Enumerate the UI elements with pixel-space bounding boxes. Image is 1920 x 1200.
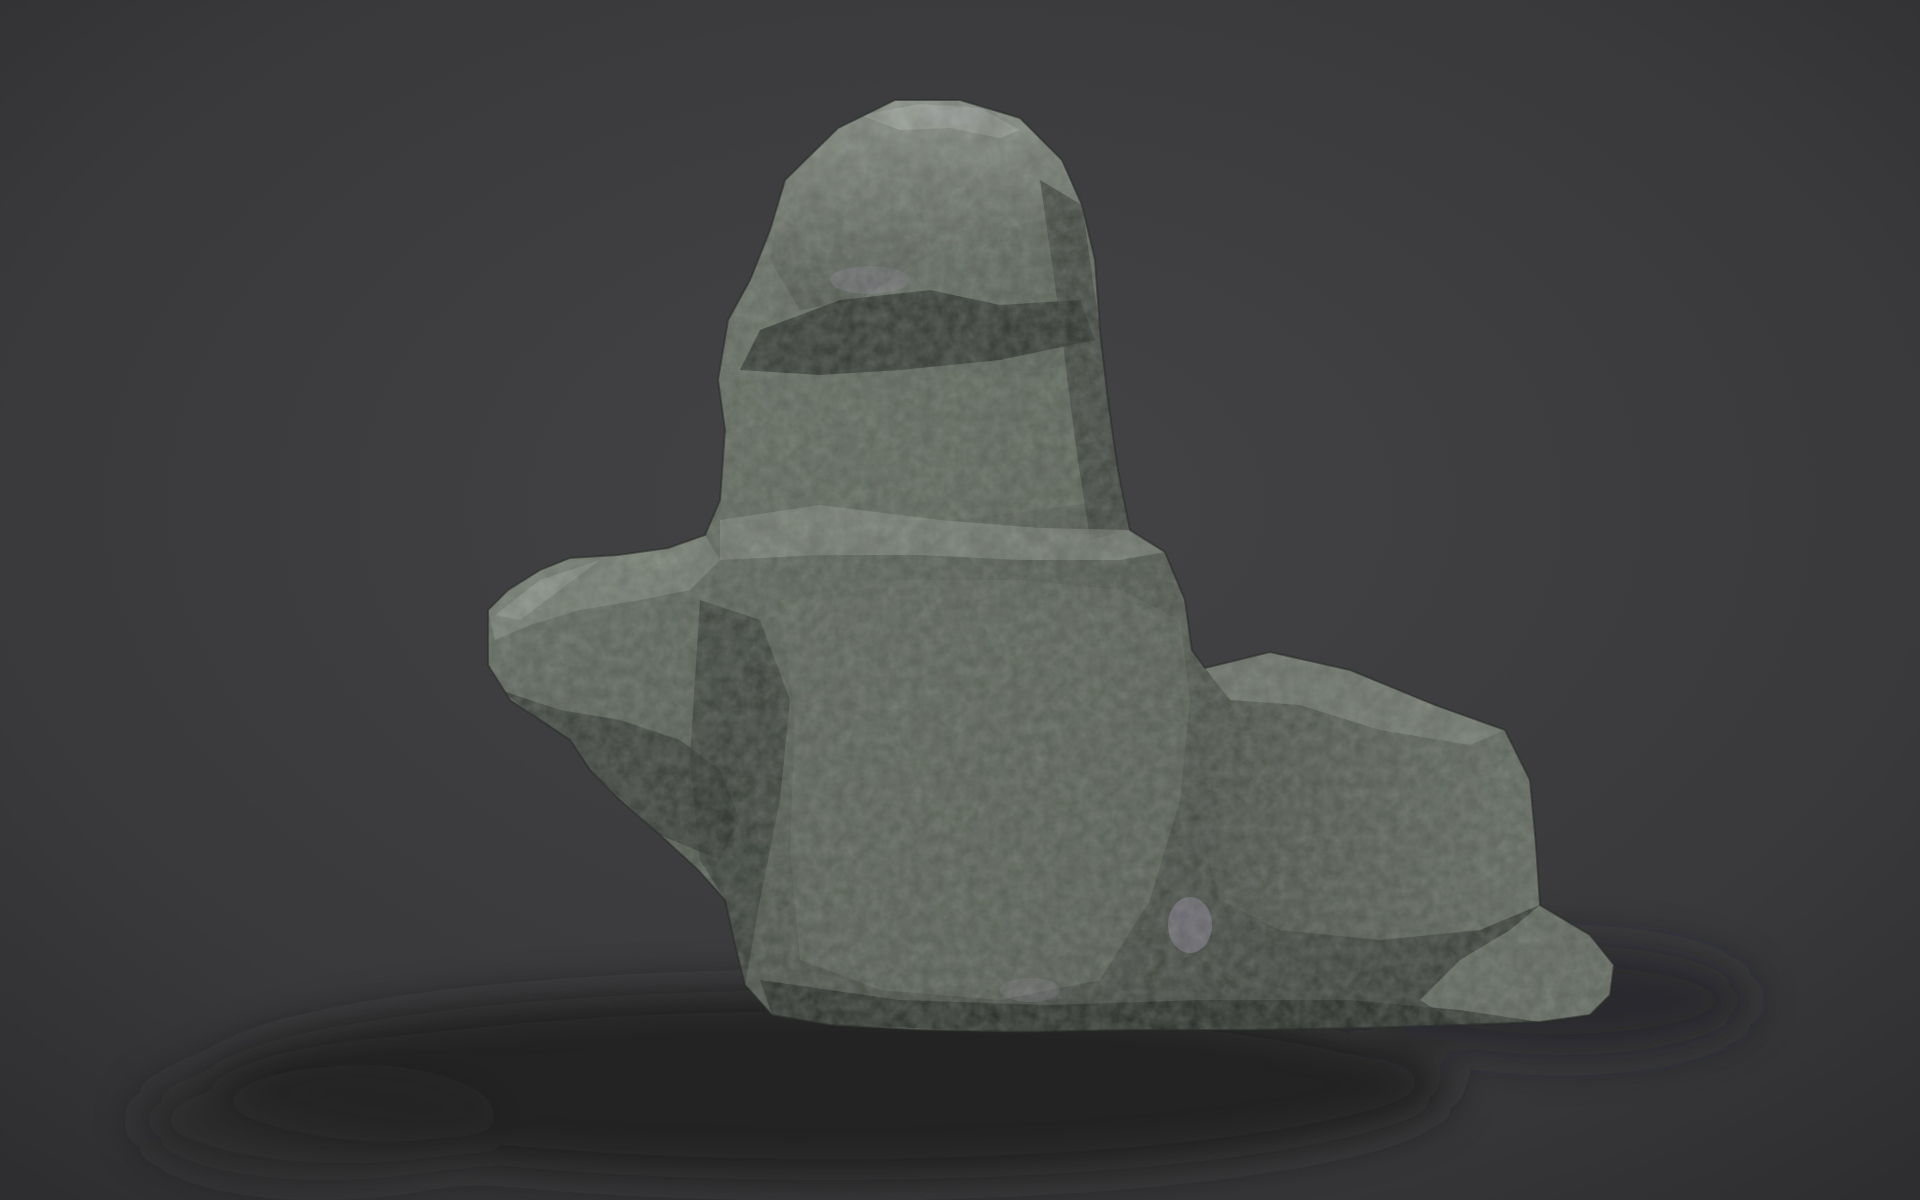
- rock-render-canvas: [0, 0, 1920, 1200]
- rock-render-scene: [0, 0, 1920, 1200]
